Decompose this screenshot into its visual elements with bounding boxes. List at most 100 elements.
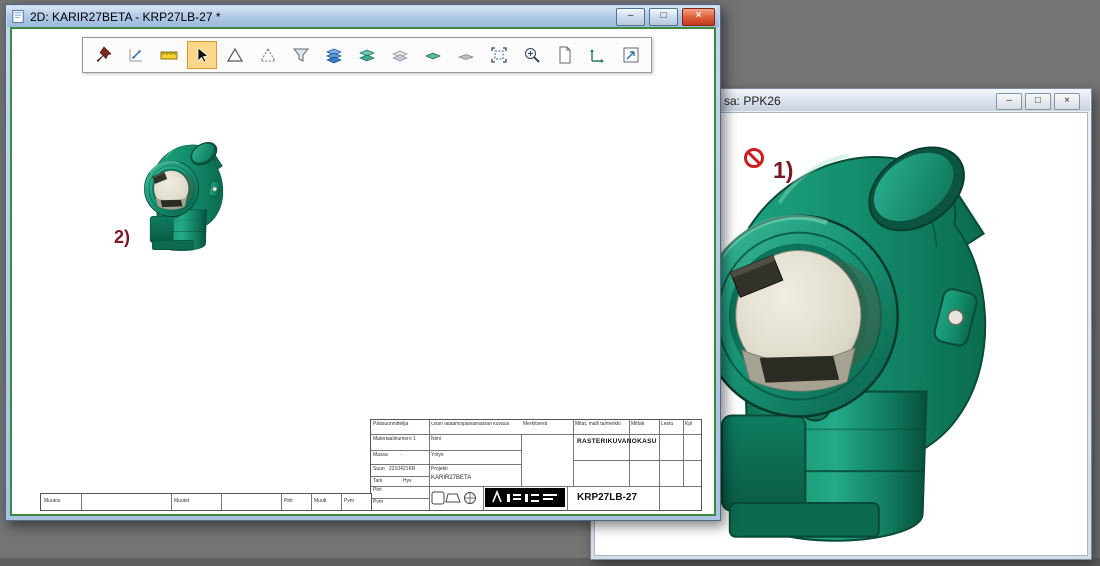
- title-block-line: [429, 420, 430, 510]
- revision-cell: Muutos: [44, 499, 60, 505]
- title-block-cell: Kpl: [685, 422, 692, 428]
- layers-teal-icon: [357, 45, 377, 65]
- drawing-toolbar: [82, 37, 652, 73]
- ruler-icon: [159, 45, 179, 65]
- title-block-line: [371, 434, 701, 435]
- tool-axes[interactable]: [583, 41, 613, 69]
- window-icon: [11, 9, 26, 24]
- sheet-flat-icon: [456, 45, 476, 65]
- drawing-client: 2) Pääsuunnittelija Osan lataamis: [10, 27, 716, 516]
- pin-icon: [93, 45, 113, 65]
- drawing-window[interactable]: 2D: KARIR27BETA - KRP27LB-27 * – □ ×: [5, 4, 721, 521]
- pipe-fitting-3d-model: [700, 121, 1018, 549]
- tool-new-sheet[interactable]: [550, 41, 580, 69]
- projection-symbol-icon: [431, 489, 479, 507]
- tool-layers-blue[interactable]: [319, 41, 349, 69]
- minimize-button[interactable]: –: [616, 8, 645, 26]
- massa-label: Massa: [373, 453, 388, 459]
- title-block-line: [521, 434, 522, 486]
- material-label: Materiaalinumero 1: [373, 437, 416, 443]
- maximize-button[interactable]: □: [649, 8, 678, 26]
- measure-arrow-icon: [126, 45, 146, 65]
- revision-strip-line: [221, 494, 222, 510]
- projekti-value: KARIR27BETA: [431, 475, 471, 482]
- pipe-fitting-2d-preview: [144, 135, 232, 253]
- tool-triangle[interactable]: [220, 41, 250, 69]
- revision-cell: Muutt: [314, 499, 327, 505]
- model-window-title: sa: PPK26: [724, 94, 781, 108]
- pvm-label: Pvm: [373, 500, 383, 506]
- revision-strip-line: [281, 494, 282, 510]
- tool-filter[interactable]: [286, 41, 316, 69]
- piirt-label: Piirt: [373, 488, 382, 494]
- title-block-line: [483, 486, 484, 510]
- zoom-area-icon: [489, 45, 509, 65]
- title-block-line: [371, 486, 701, 487]
- tool-zoom-area[interactable]: [484, 41, 514, 69]
- annotation-2: 2): [114, 227, 130, 248]
- axes-icon: [588, 45, 608, 65]
- doc-title: RASTERIKUVANOKASU: [577, 438, 657, 445]
- zoom-in-icon: [522, 45, 542, 65]
- title-block-line: [371, 476, 429, 477]
- tool-ruler[interactable]: [154, 41, 184, 69]
- prohibition-icon: [743, 147, 767, 171]
- tool-select-cursor[interactable]: [187, 41, 217, 69]
- tool-sheet-teal[interactable]: [418, 41, 448, 69]
- yritys-label: Yritys: [431, 453, 444, 459]
- close-button[interactable]: ×: [1054, 93, 1080, 110]
- revision-cell: Piirt: [284, 499, 293, 505]
- triangle-icon: [225, 45, 245, 65]
- massa-value: -: [401, 453, 403, 459]
- revision-cell: Pvm: [344, 499, 354, 505]
- title-block-line: [371, 450, 521, 451]
- revision-strip-line: [341, 494, 342, 510]
- revision-strip-line: [171, 494, 172, 510]
- tool-fit-view[interactable]: [616, 41, 646, 69]
- doc-number: KRP27LB-27: [577, 492, 637, 503]
- title-block-cell: Mittak: [631, 422, 644, 428]
- drawing-window-titlebar[interactable]: 2D: KARIR27BETA - KRP27LB-27 * – □ ×: [7, 6, 719, 27]
- tark-label: Tark: [373, 479, 382, 485]
- revision-strip: Muutos Muutet Piirt Muutt Pvm: [40, 493, 372, 511]
- title-block-line: [683, 420, 684, 486]
- title-block-line: [567, 486, 568, 510]
- title-block-line: [573, 420, 574, 486]
- drawing-canvas[interactable]: 2) Pääsuunnittelija Osan lataamis: [12, 29, 714, 514]
- company-logo-mark: [485, 488, 565, 507]
- tool-triangle-dashed[interactable]: [253, 41, 283, 69]
- title-block-line: [371, 464, 521, 465]
- title-block: Pääsuunnittelija Osan lataamispäivämäärä…: [370, 419, 702, 511]
- close-button[interactable]: ×: [682, 8, 715, 26]
- title-block-cell: Osan lataamispäivämäärän kuvaus: [431, 422, 509, 428]
- title-block-line: [573, 460, 701, 461]
- title-block-cell: Mitat, malli ta/merkki: [575, 422, 621, 428]
- tool-pin[interactable]: [88, 41, 118, 69]
- annotation-1: 1): [773, 157, 793, 184]
- projekti-label: Projekti: [431, 467, 448, 473]
- tool-measure[interactable]: [121, 41, 151, 69]
- tool-layers-teal[interactable]: [352, 41, 382, 69]
- title-block-line: [659, 420, 660, 510]
- fit-view-icon: [621, 45, 641, 65]
- new-sheet-icon: [555, 45, 575, 65]
- revision-cell: Muutet: [174, 499, 189, 505]
- layers-blue-icon: [324, 45, 344, 65]
- minimize-button[interactable]: –: [996, 93, 1022, 110]
- hyv-label: Hyv: [403, 479, 412, 485]
- title-block-line: [629, 420, 630, 486]
- triangle-dashed-icon: [258, 45, 278, 65]
- layers-pale-icon: [390, 45, 410, 65]
- filter-icon: [291, 45, 311, 65]
- tool-zoom-in[interactable]: [517, 41, 547, 69]
- tool-sheet-flat[interactable]: [451, 41, 481, 69]
- projection-symbols: [431, 489, 479, 512]
- title-block-cell: Pääsuunnittelija: [373, 422, 408, 428]
- revision-strip-line: [311, 494, 312, 510]
- title-block-cell: Merkitsevä: [523, 422, 547, 428]
- revision-strip-line: [81, 494, 82, 510]
- suun-value: 2210421KR: [389, 467, 415, 473]
- tool-layers-pale[interactable]: [385, 41, 415, 69]
- company-logo: [485, 488, 565, 507]
- maximize-button[interactable]: □: [1025, 93, 1051, 110]
